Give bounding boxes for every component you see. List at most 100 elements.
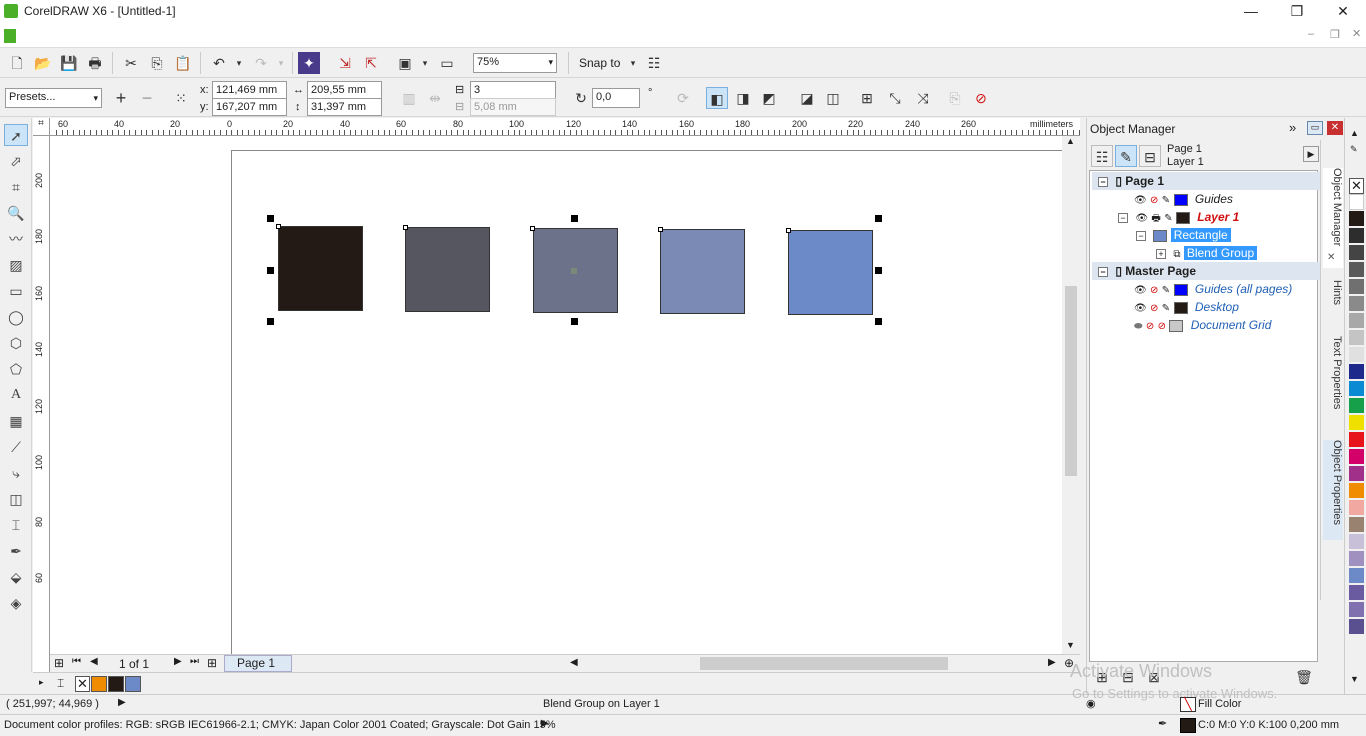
tree-rectangle-row[interactable]: − Rectangle (1092, 226, 1320, 244)
snap-dropdown-icon[interactable]: ▾ (622, 52, 644, 74)
blend-steps-input[interactable]: 3 (470, 81, 556, 99)
shape-tool-icon[interactable]: ⬀ (4, 150, 28, 172)
horizontal-scroll-thumb[interactable] (700, 657, 948, 670)
selection-handle[interactable] (267, 318, 274, 325)
palette-color-swatch[interactable] (1349, 279, 1364, 295)
no-color-swatch[interactable]: ✕ (75, 676, 90, 692)
export-icon[interactable]: ⇱ (360, 52, 382, 74)
more-blend-options-icon[interactable]: ⊞ (856, 87, 878, 109)
selection-handle[interactable] (875, 267, 882, 274)
insert-page-before-icon[interactable]: ⊞ (54, 656, 64, 670)
start-end-props-icon[interactable]: ⤡ (884, 87, 906, 109)
direct-blend-icon[interactable]: ◧ (706, 87, 728, 109)
palette-color-swatch[interactable] (1349, 449, 1364, 465)
palette-color-swatch[interactable] (1349, 619, 1364, 635)
palette-color-swatch[interactable] (1349, 517, 1364, 533)
publish-pdf-icon[interactable]: ▣ (394, 52, 416, 74)
horizontal-ruler[interactable]: 60 40 20 0 20 40 60 80 100 120 140 160 180 200 220 240 2… (50, 118, 1080, 136)
tab-object-properties[interactable]: Object Properties (1323, 440, 1343, 540)
redo-dropdown-icon[interactable]: ▾ (270, 52, 292, 74)
accelerate-sizes-icon[interactable]: ◫ (822, 87, 844, 109)
app-launcher-dropdown-icon[interactable]: ▾ (414, 52, 436, 74)
blend-step-rectangle[interactable] (660, 229, 745, 314)
document-color-swatch[interactable] (91, 676, 107, 692)
visibility-icon[interactable]: 👁 (1134, 195, 1147, 206)
collapse-icon[interactable]: − (1098, 176, 1108, 187)
redo-icon[interactable]: ↷ (250, 52, 272, 74)
node-handle[interactable] (658, 227, 663, 232)
scroll-up-icon[interactable]: ▲ (1066, 136, 1075, 146)
palette-color-swatch[interactable] (1349, 211, 1364, 227)
text-tool-icon[interactable]: A (4, 384, 28, 406)
copy-icon[interactable]: ⎘ (146, 52, 168, 74)
edit-icon[interactable]: ✎ (1162, 303, 1170, 314)
collapse-icon[interactable]: − (1098, 266, 1108, 277)
print-icon[interactable]: 🖶 (84, 52, 106, 74)
palette-color-swatch[interactable] (1349, 432, 1364, 448)
palette-color-swatch[interactable] (1349, 262, 1364, 278)
ellipse-tool-icon[interactable]: ◯ (4, 306, 28, 328)
eyedropper-tool-icon[interactable]: ⌶ (4, 514, 28, 536)
profiles-arrow-icon[interactable]: ▶ (541, 718, 549, 729)
doc-close-button[interactable]: ✕ (1352, 27, 1361, 40)
selection-handle[interactable] (571, 215, 578, 222)
expand-icon[interactable]: + (1156, 248, 1166, 259)
polygon-tool-icon[interactable]: ⬡ (4, 332, 28, 354)
palette-color-swatch[interactable] (1349, 483, 1364, 499)
crop-tool-icon[interactable]: ⌗ (4, 176, 28, 198)
undo-icon[interactable]: ↶ (208, 52, 230, 74)
presets-select[interactable]: Presets... ▾ (5, 88, 102, 108)
fill-tool-icon[interactable]: ⬙ (4, 566, 28, 588)
collapse-icon[interactable]: − (1118, 212, 1128, 223)
selection-handle[interactable] (875, 215, 882, 222)
eyedropper-icon[interactable]: ⌶ (57, 676, 64, 691)
edit-icon[interactable]: ✎ (1164, 213, 1172, 224)
layer-menu-icon[interactable]: ▶ (1303, 146, 1319, 162)
document-color-swatch[interactable] (108, 676, 124, 692)
palette-color-swatch[interactable] (1349, 398, 1364, 414)
blend-step-rectangle[interactable] (405, 227, 490, 312)
connector-tool-icon[interactable]: ⤷ (4, 462, 28, 484)
palette-color-swatch[interactable] (1349, 585, 1364, 601)
node-handle[interactable] (530, 226, 535, 231)
blend-step-rectangle[interactable] (788, 230, 873, 315)
visibility-icon[interactable]: 👁 (1134, 285, 1147, 296)
docker-close-button[interactable]: ✕ (1327, 121, 1343, 135)
blend-direction-input[interactable]: 0,0 (592, 88, 640, 108)
outline-pen-tool-icon[interactable]: ✒ (4, 540, 28, 562)
doc-restore-button[interactable]: ❐ (1330, 28, 1340, 41)
first-page-icon[interactable]: ⏮ (72, 656, 81, 667)
next-page-icon[interactable]: ▶ (174, 656, 182, 667)
path-props-icon[interactable]: ⤨ (912, 87, 934, 109)
show-properties-icon[interactable]: ☷ (1091, 145, 1113, 167)
palette-color-swatch[interactable] (1349, 245, 1364, 261)
docker-minimize-button[interactable]: ▭ (1307, 121, 1323, 135)
selection-handle[interactable] (267, 215, 274, 222)
insert-page-after-icon[interactable]: ⊞ (207, 656, 217, 670)
ruler-corner[interactable]: ⌗ (33, 118, 50, 136)
table-tool-icon[interactable]: ▦ (4, 410, 28, 432)
pick-tool-icon[interactable]: ➚ (4, 124, 28, 146)
tree-master-row[interactable]: − ▯ Master Page (1092, 262, 1320, 280)
blend-tool-icon[interactable]: ◫ (4, 488, 28, 510)
object-origin-icon[interactable]: ⁙ (170, 87, 192, 109)
blend-preset-icon[interactable]: ▥ (398, 87, 420, 109)
blend-spacing-input[interactable]: 5,08 mm (470, 98, 556, 116)
maximize-button[interactable]: ❐ (1274, 0, 1320, 24)
height-input[interactable]: 31,397 mm (307, 98, 382, 116)
edit-across-layers-icon[interactable]: ✎ (1115, 145, 1137, 167)
palette-scroll-down-icon[interactable]: ▼ (1350, 674, 1359, 684)
palette-color-swatch[interactable] (1349, 602, 1364, 618)
object-color-accel-icon[interactable]: ◪ (796, 87, 818, 109)
prev-page-icon[interactable]: ◀ (90, 656, 98, 667)
add-preset-icon[interactable]: + (110, 87, 132, 109)
x-position-input[interactable]: 121,469 mm (212, 81, 287, 99)
palette-color-swatch[interactable] (1349, 194, 1364, 210)
selection-handle[interactable] (267, 267, 274, 274)
node-handle[interactable] (403, 225, 408, 230)
layer-manager-view-icon[interactable]: ⊟ (1139, 145, 1161, 167)
scroll-right-icon[interactable]: ▶ (1048, 657, 1056, 668)
tree-layer-row[interactable]: − 👁 🖶 ✎ Layer 1 (1092, 208, 1320, 226)
layer-color-swatch[interactable] (1173, 301, 1188, 314)
search-content-icon[interactable]: ✦ (298, 52, 320, 74)
